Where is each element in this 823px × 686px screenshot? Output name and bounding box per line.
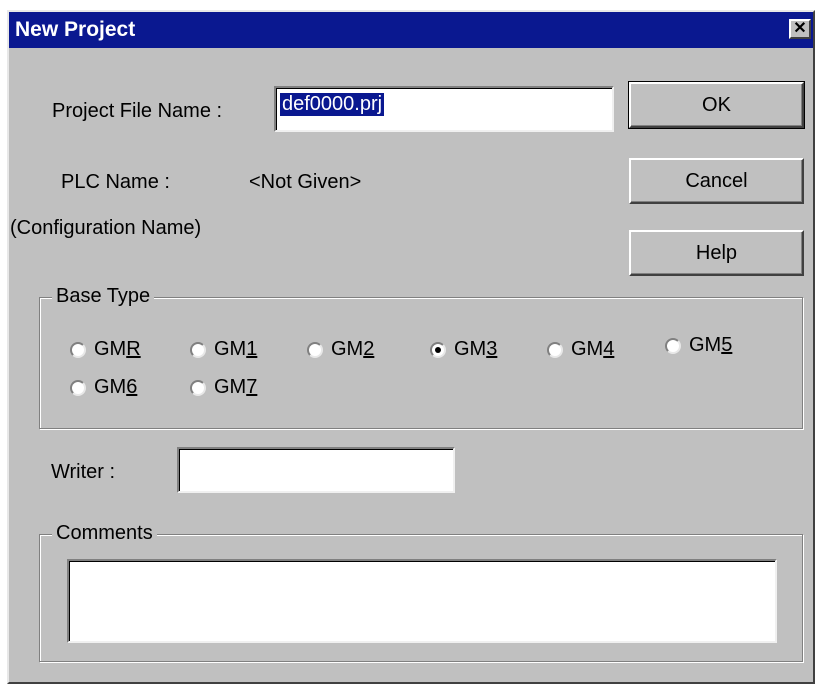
radio-label: GM7 [214,376,258,398]
configuration-name-label: (Configuration Name) [10,217,202,239]
radio-label: GMR [94,338,141,360]
radio-gm7[interactable]: GM7 [190,376,257,399]
title-bar[interactable]: New Project ✕ [9,12,813,48]
radio-circle[interactable] [307,341,323,358]
radio-circle[interactable] [190,379,206,396]
radio-label: GM1 [214,338,258,360]
base-type-legend: Base Type [52,285,155,308]
close-icon: ✕ [793,20,807,37]
radio-gmr[interactable]: GMR [70,338,141,361]
help-button[interactable]: Help [629,230,804,276]
radio-circle[interactable] [70,341,86,358]
ok-button[interactable]: OK [628,81,805,129]
radio-label: GM3 [454,338,498,360]
radio-gm2[interactable]: GM2 [307,338,374,361]
radio-circle[interactable] [70,379,86,396]
project-file-name-label: Project File Name : [52,100,223,122]
radio-gm5[interactable]: GM5 [665,334,732,357]
radio-label: GM4 [571,338,615,360]
radio-gm6[interactable]: GM6 [70,376,137,399]
comments-legend: Comments [52,522,157,545]
radio-label: GM2 [331,338,375,360]
close-button[interactable]: ✕ [789,19,811,39]
project-file-name-value: def0000.prj [280,93,385,116]
cancel-button[interactable]: Cancel [629,158,804,204]
radio-gm3[interactable]: GM3 [430,338,497,361]
radio-gm1[interactable]: GM1 [190,338,257,361]
radio-gm4[interactable]: GM4 [547,338,614,361]
radio-circle[interactable] [190,341,206,358]
radio-label: GM5 [689,334,733,356]
plc-name-value: <Not Given> [249,171,362,193]
radio-circle[interactable] [547,341,563,358]
window-title: New Project [15,18,136,41]
writer-input[interactable] [177,447,455,493]
radio-selected-dot [435,346,441,353]
radio-circle[interactable] [665,337,681,354]
radio-circle[interactable] [430,341,446,358]
plc-name-label: PLC Name : [61,171,170,193]
new-project-dialog: New Project ✕ Project File Name : def000… [7,10,815,684]
comments-group: Comments [39,522,803,662]
project-file-name-input[interactable]: def0000.prj [274,86,614,132]
writer-label: Writer : [51,461,116,483]
comments-textarea[interactable] [67,559,777,643]
radio-label: GM6 [94,376,138,398]
base-type-group: Base Type GMR GM1 GM2 GM3 GM4 GM5 GM6 GM7 [39,285,803,429]
